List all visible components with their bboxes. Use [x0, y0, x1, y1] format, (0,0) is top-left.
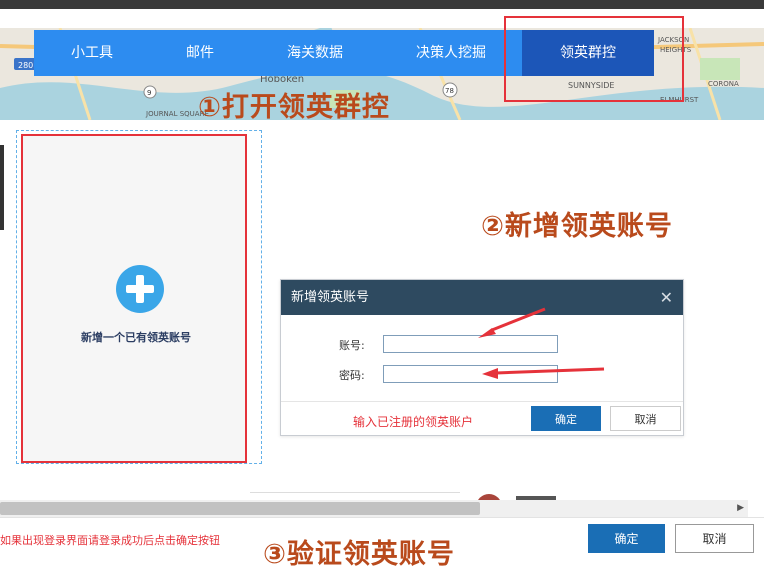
arrow-shaft-password — [495, 367, 605, 375]
footer-hint: 如果出现登录界面请登录成功后点击确定按钮 — [0, 534, 220, 547]
arrow-shaft-account — [491, 307, 546, 332]
footer-cancel-button[interactable]: 取消 — [675, 524, 754, 553]
scrollbar-thumb[interactable] — [0, 502, 480, 515]
horizontal-scrollbar[interactable]: ▶ — [0, 500, 748, 517]
step3-annotation: ③验证领英账号 — [263, 539, 455, 570]
footer-confirm-button[interactable]: 确定 — [588, 524, 665, 553]
arrow-head-password — [482, 368, 498, 379]
arrow-right-icon[interactable]: ▶ — [737, 503, 744, 513]
